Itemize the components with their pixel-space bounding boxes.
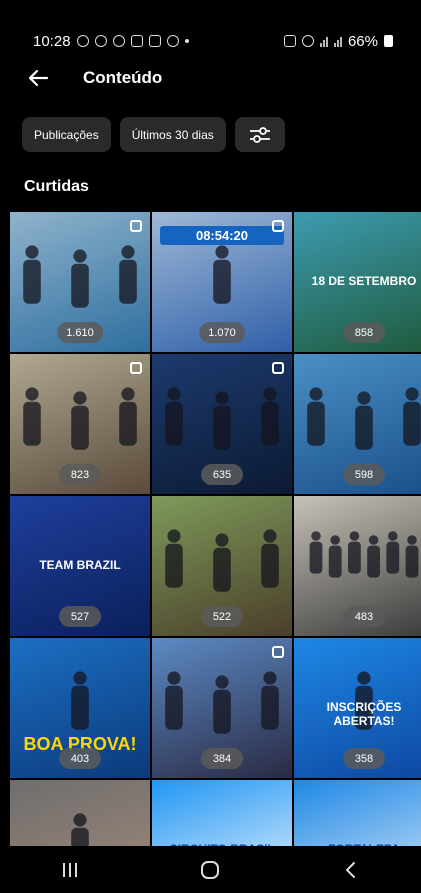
period-filter[interactable]: Últimos 30 dias xyxy=(119,117,226,152)
post-overlay-text: INSCRIÇÕES ABERTAS! xyxy=(326,700,402,728)
carousel-icon xyxy=(130,220,142,232)
home-icon[interactable] xyxy=(190,855,230,885)
notification-icon xyxy=(112,35,125,47)
battery-percentage: 66% xyxy=(347,32,378,50)
likes-count-badge: 384 xyxy=(201,748,243,769)
likes-count-badge: 522 xyxy=(201,606,243,627)
carousel-icon xyxy=(130,362,142,374)
likes-count-badge: 403 xyxy=(59,748,101,769)
back-arrow-icon[interactable] xyxy=(26,66,50,90)
post-tile[interactable]: INSCRIÇÕES ABERTAS! 358 xyxy=(294,638,421,778)
content-type-filter[interactable]: Publicações xyxy=(22,117,111,152)
notification-icon xyxy=(76,35,89,47)
filter-settings-button[interactable] xyxy=(234,117,285,152)
more-notifications-icon xyxy=(184,39,189,43)
likes-count-badge: 598 xyxy=(343,464,385,485)
likes-count-badge: 1.070 xyxy=(199,322,245,343)
likes-count-badge: 635 xyxy=(201,464,243,485)
post-tile[interactable]: 483 xyxy=(294,496,421,636)
carousel-icon xyxy=(272,220,284,232)
header: Conteúdo xyxy=(0,60,421,96)
gallery-notification-icon xyxy=(148,35,161,47)
likes-count-badge: 527 xyxy=(59,606,101,627)
post-tile[interactable]: 384 xyxy=(152,638,292,778)
section-title: Curtidas xyxy=(24,178,89,195)
signal-icon xyxy=(333,35,342,47)
gallery-notification-icon xyxy=(130,35,143,47)
sliders-icon xyxy=(249,126,270,143)
notification-icon xyxy=(166,35,179,47)
post-tile[interactable]: 1.610 xyxy=(10,212,150,352)
post-overlay-text: TEAM BRAZIL xyxy=(39,558,121,572)
post-tile[interactable]: 635 xyxy=(152,354,292,494)
post-overlay-text: 18 DE SETEMBRO xyxy=(311,274,417,288)
post-tile[interactable]: BOA PROVA! 403 xyxy=(10,638,150,778)
status-time: 10:28 xyxy=(33,32,71,50)
post-overlay-text: 08:54:20 xyxy=(160,226,284,245)
post-thumbnail: CIRCUITO BRASIL xyxy=(152,780,292,846)
battery-icon xyxy=(384,35,393,47)
page-title: Conteúdo xyxy=(83,68,163,87)
post-tile[interactable]: FORTALEZA xyxy=(294,780,421,846)
likes-count-badge: 823 xyxy=(59,464,101,485)
status-left: 10:28 xyxy=(33,33,189,50)
notification-icon xyxy=(94,35,107,47)
filter-bar: Publicações Últimos 30 dias xyxy=(22,117,285,152)
post-thumbnail: FORTALEZA xyxy=(294,780,421,846)
posts-grid: 1.610 08:54:20 1.070 18 DE SETEMBRO 858 823 63… xyxy=(10,212,421,846)
likes-count-badge: 358 xyxy=(343,748,385,769)
signal-icon xyxy=(319,35,328,47)
post-thumbnail xyxy=(10,780,150,846)
likes-count-badge: 483 xyxy=(343,606,385,627)
post-tile[interactable]: 823 xyxy=(10,354,150,494)
post-tile[interactable]: 08:54:20 1.070 xyxy=(152,212,292,352)
back-icon[interactable] xyxy=(331,855,371,885)
post-tile[interactable]: TEAM BRAZIL 527 xyxy=(10,496,150,636)
carousel-icon xyxy=(272,646,284,658)
post-tile[interactable]: 522 xyxy=(152,496,292,636)
status-bar: 10:28 66% xyxy=(0,0,421,58)
post-tile[interactable]: CIRCUITO BRASIL xyxy=(152,780,292,846)
navigation-bar xyxy=(0,846,421,893)
post-tile[interactable]: 18 DE SETEMBRO 858 xyxy=(294,212,421,352)
status-right: 66% xyxy=(283,32,393,50)
carousel-icon xyxy=(272,362,284,374)
post-tile[interactable]: 598 xyxy=(294,354,421,494)
recent-apps-icon[interactable] xyxy=(50,855,90,885)
likes-count-badge: 858 xyxy=(343,322,385,343)
wifi-icon xyxy=(301,35,314,47)
likes-count-badge: 1.610 xyxy=(57,322,103,343)
alarm-icon xyxy=(283,35,296,47)
post-tile[interactable] xyxy=(10,780,150,846)
